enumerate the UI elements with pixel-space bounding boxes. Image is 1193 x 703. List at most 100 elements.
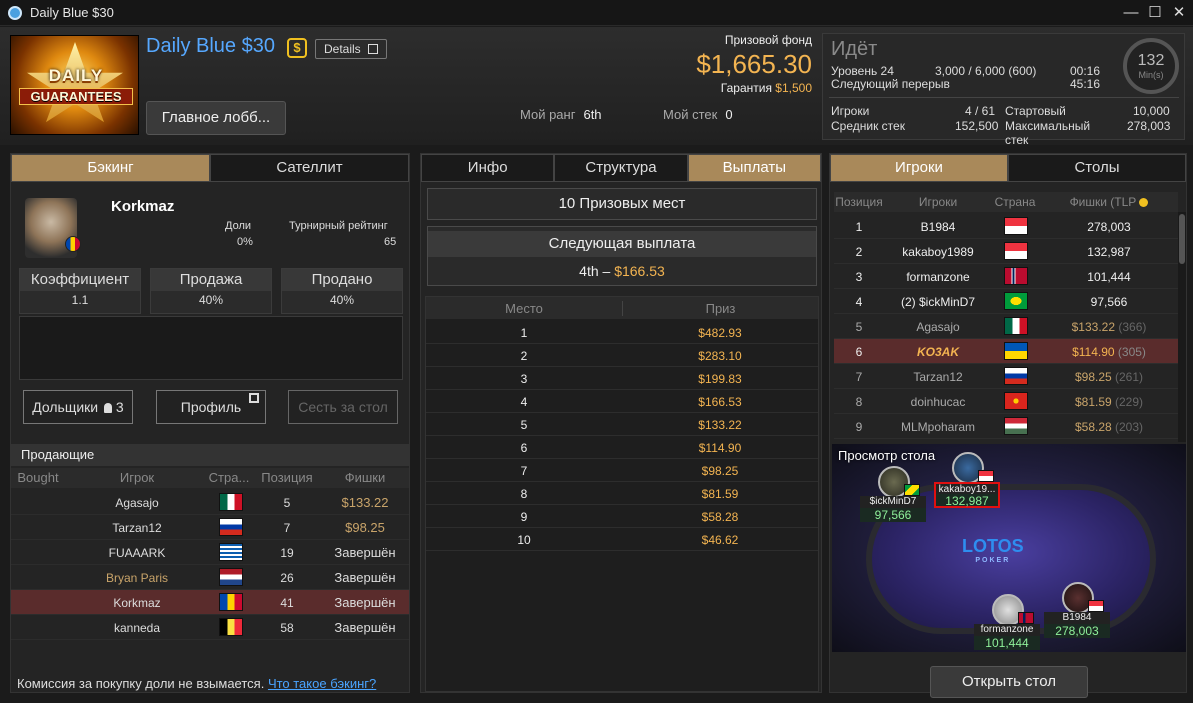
my-stack-value: 0 [725,107,733,122]
seller-chips: $133.22 [341,495,389,510]
brand-name: LOTOS [962,536,1024,556]
tab-tables[interactable]: Столы [1008,154,1186,182]
list-item[interactable]: Korkmaz 41 Завершён [11,590,409,615]
table-row: 10 $46.62 [426,528,818,551]
profile-button[interactable]: Профиль [156,390,266,424]
singapore-flag-icon [1088,600,1104,612]
main-lobby-button[interactable]: Главное лобб... [146,101,286,135]
seat-name: kakaboy19... [934,482,1000,495]
payout-amount: $283.10 [698,349,742,363]
seat-name: formanzone [974,624,1040,636]
table-row[interactable]: 7 Tarzan12 $98.25 (261) [834,364,1178,389]
tab-info[interactable]: Инфо [421,154,555,182]
player-position: 8 [855,395,863,409]
table-row: 7 $98.25 [426,459,818,482]
what-is-backing-link[interactable]: Что такое бэкинг? [268,676,376,691]
tab-payouts[interactable]: Выплаты [687,154,821,182]
list-item[interactable]: FUAAARK 19 Завершён [11,540,409,565]
scroll-thumb[interactable] [1179,214,1185,264]
open-table-button[interactable]: Открыть стол [930,666,1088,698]
player-chips-value: $133.22 [1071,320,1116,334]
avatar [25,198,81,258]
col-position[interactable]: Позиция [834,195,884,209]
hungary-flag-icon [1002,417,1030,438]
coefficient-label: Коэффициент [20,269,140,291]
table-row[interactable]: 2 kakaboy1989 132,987 [834,239,1178,264]
tournament-status-box: Идёт Уровень 24 3,000 / 6,000 (600) 00:1… [822,33,1185,147]
col-position[interactable]: Позиция [255,470,319,485]
table-row: 9 $58.28 [426,505,818,528]
seat-chips: 278,003 [1044,624,1110,638]
list-item[interactable]: Bryan Paris 26 Завершён [11,565,409,590]
backers-button[interactable]: Дольщики 3 [23,390,133,424]
player-position: 7 [855,370,863,384]
coefficient-value: 1.1 [71,293,89,307]
list-item[interactable]: Agasajo 5 $133.22 [11,490,409,515]
sit-at-table-button[interactable]: Сесть за стол [288,390,398,424]
player-chips-value: $114.90 [1072,345,1115,359]
table-row: 2 $283.10 [426,344,818,367]
player-chips: $133.22 (366) [1040,320,1178,334]
player-chips-value: $81.59 [1074,395,1112,409]
col-player[interactable]: Игроки [886,195,990,209]
player-name: Agasajo [916,320,960,334]
details-button[interactable]: Details [315,39,387,59]
close-button[interactable]: ✕ [1168,3,1190,23]
col-chips[interactable]: Фишки (TLP [1040,195,1178,209]
tab-structure[interactable]: Структура [554,154,688,182]
table-row[interactable]: 1 B1984 278,003 [834,214,1178,239]
table-row[interactable]: 5 Agasajo $133.22 (366) [834,314,1178,339]
title-bar: Daily Blue $30 — ☐ ✕ [0,0,1193,26]
payout-place: 9 [520,510,528,524]
tab-players[interactable]: Игроки [830,154,1008,182]
my-rank: Мой ранг 6th [520,107,602,122]
table-row[interactable]: 6 KO3AK $114.90 (305) [834,339,1178,364]
col-chips[interactable]: Фишки [321,470,409,485]
payout-amount: $58.28 [701,510,739,524]
shares-value: 0% [237,236,253,248]
sold-label: Продано [282,269,402,291]
external-link-icon [368,44,379,54]
payout-amount: $81.59 [701,487,739,501]
player-chips: $98.25 (261) [1040,370,1178,384]
guarantee-amount: $1,500 [775,81,812,95]
player-chips: $114.90 (305) [1040,345,1178,359]
col-place: Место [505,301,543,316]
clock-icon: 132 Min(s) [1123,38,1179,94]
col-country[interactable]: Страна [990,195,1040,209]
payout-place: 6 [520,441,528,455]
sale-label: Продажа [151,269,271,291]
payout-amount: $166.53 [698,395,742,409]
col-bought[interactable]: Bought [11,470,65,485]
player-chips-sub: (366) [1118,320,1147,334]
table-row: 5 $133.22 [426,413,818,436]
table-row[interactable]: 3 formanzone 101,444 [834,264,1178,289]
my-rank-value: 6th [583,107,602,122]
player-position: 1 [855,220,863,234]
seller-chips: Завершён [334,570,396,585]
table-row[interactable]: 4 (2) $ickMinD7 97,566 [834,289,1178,314]
player-chips: 132,987 [1040,245,1178,259]
maximize-button[interactable]: ☐ [1144,3,1166,23]
tournament-name: Daily Blue $30 [146,35,275,57]
minimize-button[interactable]: — [1120,3,1142,23]
table-row[interactable]: 8 doinhucac $81.59 (229) [834,389,1178,414]
table-row[interactable]: 9 MLMpoharam $58.28 (203) [834,414,1178,439]
col-country[interactable]: Стра... [207,470,251,485]
brazil-flag-icon [1002,292,1030,313]
commission-note: Комиссия за покупку доли не взымается. Ч… [17,676,376,691]
sale-value: 40% [198,293,224,307]
seller-chips: Завершён [334,545,396,560]
col-player[interactable]: Игрок [67,470,207,485]
seat-player: kakaboy19... 132,987 [934,452,1000,508]
tab-backing[interactable]: Бэкинг [11,154,210,182]
sellers-header: Bought Игрок Стра... Позиция Фишки [11,468,409,488]
table-preview: LOTOS POKER Просмотр стола $ickMinD7 97,… [832,444,1186,652]
list-item[interactable]: kanneda 58 Завершён [11,615,409,640]
tab-satellite[interactable]: Сателлит [210,154,409,182]
prize-pool-label: Призовой фонд [724,33,812,47]
brand-sub: POKER [975,557,1011,564]
list-item[interactable]: Tarzan12 7 $98.25 [11,515,409,540]
sale-cell: Продажа 40% [150,268,272,314]
brazil-flag-icon [904,484,920,496]
